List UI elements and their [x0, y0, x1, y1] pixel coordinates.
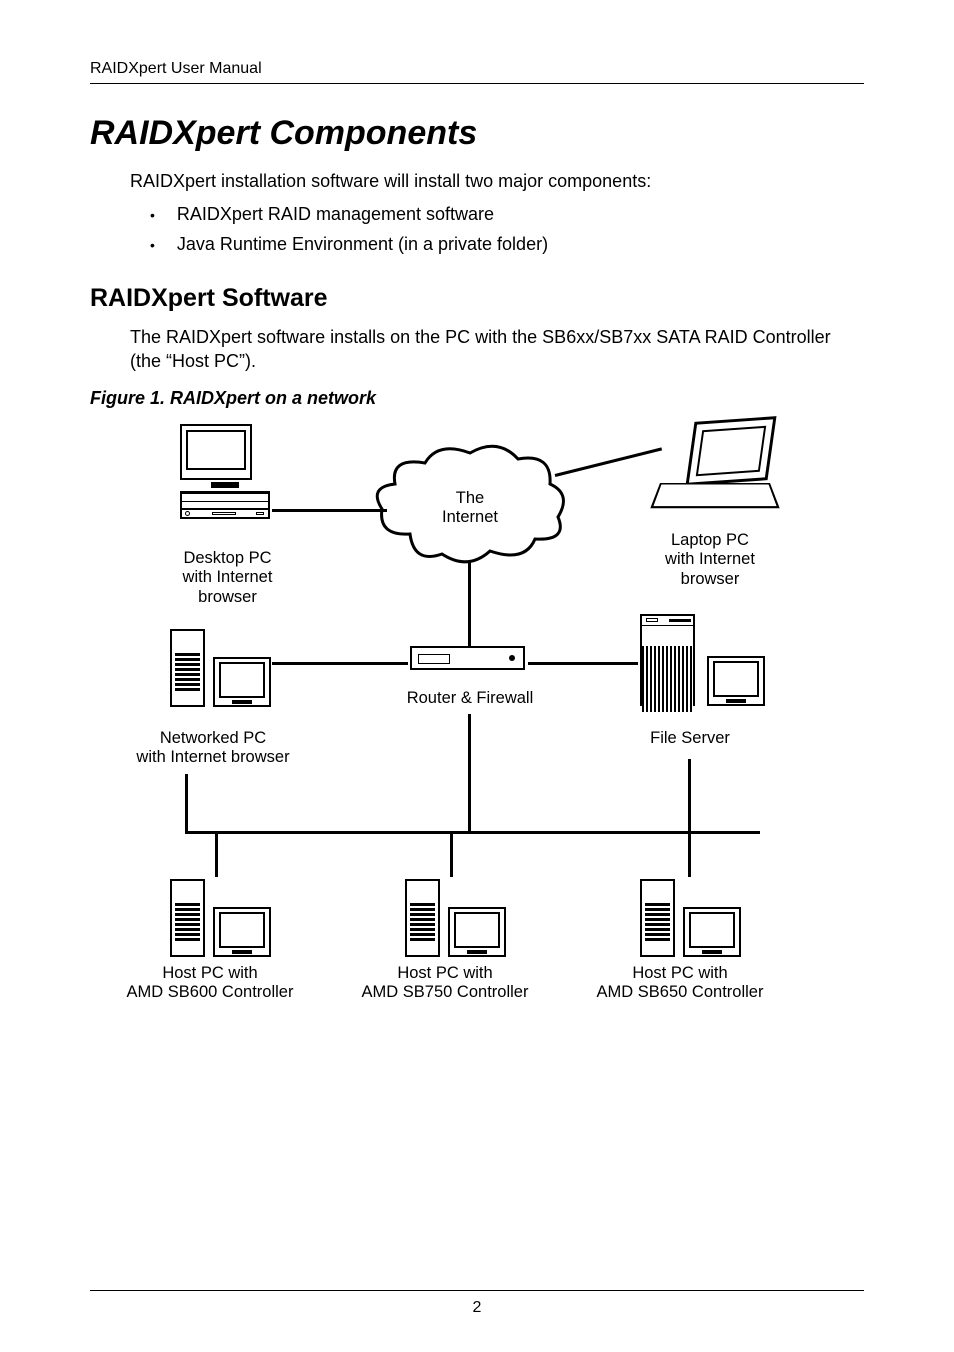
label-line: browser	[198, 588, 257, 606]
connector-line	[468, 561, 471, 646]
label-line: Host PC with	[162, 964, 257, 982]
page-header: RAIDXpert User Manual	[90, 60, 864, 84]
connector-line	[272, 662, 408, 665]
host-pc-1-label: Host PC with AMD SB600 Controller	[100, 964, 320, 1004]
bullet-text: RAIDXpert RAID management software	[177, 204, 494, 225]
cloud-label: The Internet	[430, 489, 510, 529]
host-pc-2-label: Host PC with AMD SB750 Controller	[335, 964, 555, 1004]
figure-caption: Figure 1. RAIDXpert on a network	[90, 388, 864, 409]
file-server-icon	[640, 614, 765, 706]
file-server-label: File Server	[630, 729, 750, 749]
networked-pc-icon	[170, 629, 271, 707]
connector-line	[185, 774, 188, 831]
connector-line	[688, 759, 691, 833]
desktop-pc-label: Desktop PC with Internet browser	[170, 549, 285, 608]
bullet-item: Java Runtime Environment (in a private f…	[150, 234, 864, 256]
label-line: with Internet	[665, 550, 755, 568]
label-line: Internet	[442, 508, 498, 526]
host-pc-1-icon	[170, 879, 271, 957]
label-line: Host PC with	[632, 964, 727, 982]
connector-line	[272, 509, 387, 512]
label-line: Networked PC	[160, 729, 266, 747]
bullet-text: Java Runtime Environment (in a private f…	[177, 234, 548, 255]
label-line: AMD SB600 Controller	[127, 983, 294, 1001]
main-heading: RAIDXpert Components	[90, 114, 864, 153]
network-diagram: Desktop PC with Internet browser The Int…	[90, 419, 864, 1049]
label-line: AMD SB650 Controller	[597, 983, 764, 1001]
label-line: The	[456, 489, 484, 507]
bullet-item: RAIDXpert RAID management software	[150, 204, 864, 226]
intro-text: RAIDXpert installation software will ins…	[130, 171, 864, 192]
connector-line	[215, 832, 218, 877]
label-line: AMD SB750 Controller	[362, 983, 529, 1001]
connector-line	[528, 662, 638, 665]
connector-line	[555, 447, 662, 477]
connector-line	[185, 831, 760, 834]
body-text: The RAIDXpert software installs on the P…	[130, 325, 864, 374]
connector-line	[450, 832, 453, 877]
section-heading: RAIDXpert Software	[90, 284, 864, 313]
label-line: browser	[681, 570, 740, 588]
label-line: with Internet	[183, 568, 273, 586]
label-line: Host PC with	[397, 964, 492, 982]
bullet-list: RAIDXpert RAID management software Java …	[150, 204, 864, 256]
connector-line	[688, 832, 691, 877]
host-pc-3-icon	[640, 879, 741, 957]
laptop-label: Laptop PC with Internet browser	[650, 531, 770, 590]
laptop-pc-icon	[660, 419, 780, 514]
networked-pc-label: Networked PC with Internet browser	[108, 729, 318, 769]
page-number: 2	[90, 1290, 864, 1317]
host-pc-3-label: Host PC with AMD SB650 Controller	[570, 964, 790, 1004]
label-line: Laptop PC	[671, 531, 749, 549]
router-label: Router & Firewall	[390, 689, 550, 709]
host-pc-2-icon	[405, 879, 506, 957]
label-line: Desktop PC	[183, 549, 271, 567]
label-line: with Internet browser	[136, 748, 289, 766]
connector-line	[468, 714, 471, 833]
router-icon	[410, 646, 525, 670]
desktop-pc-icon	[180, 424, 270, 519]
